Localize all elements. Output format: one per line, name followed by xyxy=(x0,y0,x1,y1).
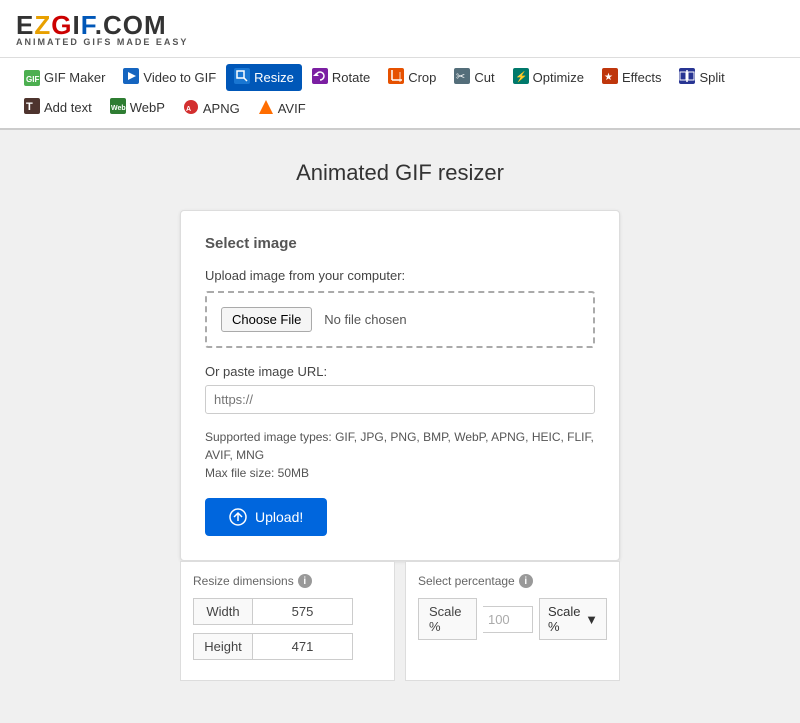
main-content: Animated GIF resizer Select image Upload… xyxy=(0,130,800,711)
webp-icon: WebP xyxy=(110,98,126,117)
nav-bar: GIF GIF Maker Video to GIF Resize Rotate… xyxy=(0,58,800,130)
sidebar-item-apng[interactable]: A APNG xyxy=(175,95,248,122)
crop-icon xyxy=(388,68,404,87)
svg-text:T: T xyxy=(26,101,33,113)
no-file-text: No file chosen xyxy=(324,312,406,327)
sidebar-item-resize[interactable]: Resize xyxy=(226,64,302,91)
scale-panel: Select percentage i Scale % Scale % ▼ xyxy=(405,561,620,681)
width-input[interactable] xyxy=(253,598,353,625)
cut-icon: ✂ xyxy=(454,68,470,87)
upload-icon xyxy=(229,508,247,526)
upload-button[interactable]: Upload! xyxy=(205,498,327,536)
logo-subtitle: ANIMATED GIFS MADE EASY xyxy=(16,37,784,47)
svg-text:GIF: GIF xyxy=(26,75,39,84)
choose-file-button[interactable]: Choose File xyxy=(221,307,312,332)
scale-info-icon: i xyxy=(519,574,533,588)
svg-text:WebP: WebP xyxy=(111,105,126,112)
logo: EZGIF.COM ANIMATED GIFS MADE EASY xyxy=(16,10,784,47)
sidebar-item-rotate[interactable]: Rotate xyxy=(304,64,378,91)
sidebar-item-avif[interactable]: AVIF xyxy=(250,95,314,122)
scale-row: Scale % Scale % ▼ xyxy=(418,598,607,640)
split-icon xyxy=(679,68,695,87)
page-title: Animated GIF resizer xyxy=(296,160,504,186)
sidebar-item-cut[interactable]: ✂ Cut xyxy=(446,64,502,91)
effects-icon: ★ xyxy=(602,68,618,87)
width-row: Width xyxy=(193,598,382,625)
scale-dropdown[interactable]: Scale % ▼ xyxy=(539,598,607,640)
optimize-icon: ⚡ xyxy=(513,68,529,87)
upload-label: Upload image from your computer: xyxy=(205,268,595,283)
svg-text:A: A xyxy=(186,106,191,113)
apng-icon: A xyxy=(183,99,199,118)
svg-text:✂: ✂ xyxy=(456,71,465,83)
sidebar-item-webp[interactable]: WebP WebP xyxy=(102,94,173,121)
width-label: Width xyxy=(193,598,253,625)
scale-panel-title: Select percentage i xyxy=(418,574,607,588)
card-title: Select image xyxy=(205,235,595,252)
file-upload-area: Choose File No file chosen xyxy=(205,291,595,348)
sidebar-item-effects[interactable]: ★ Effects xyxy=(594,64,670,91)
height-input[interactable] xyxy=(253,633,353,660)
supported-types-text: Supported image types: GIF, JPG, PNG, BM… xyxy=(205,428,595,482)
sidebar-item-add-text[interactable]: T Add text xyxy=(16,94,100,121)
url-input[interactable] xyxy=(205,385,595,414)
sidebar-item-video-to-gif[interactable]: Video to GIF xyxy=(115,64,224,91)
sidebar-item-gif-maker[interactable]: GIF GIF Maker xyxy=(16,66,113,90)
scale-label: Scale % xyxy=(418,598,477,640)
chevron-down-icon: ▼ xyxy=(585,612,598,627)
video-icon xyxy=(123,68,139,87)
sidebar-item-crop[interactable]: Crop xyxy=(380,64,444,91)
svg-text:★: ★ xyxy=(604,72,613,83)
header: EZGIF.COM ANIMATED GIFS MADE EASY xyxy=(0,0,800,58)
svg-text:⚡: ⚡ xyxy=(515,70,527,83)
resize-dimensions-panel: Resize dimensions i Width Height xyxy=(180,561,395,681)
resize-panel-title: Resize dimensions i xyxy=(193,574,382,588)
or-paste-label: Or paste image URL: xyxy=(205,364,595,379)
bottom-section: Resize dimensions i Width Height Select … xyxy=(180,561,620,681)
addtext-icon: T xyxy=(24,98,40,117)
height-row: Height xyxy=(193,633,382,660)
sidebar-item-split[interactable]: Split xyxy=(671,64,732,91)
info-icon: i xyxy=(298,574,312,588)
select-image-card: Select image Upload image from your comp… xyxy=(180,210,620,561)
scale-input[interactable] xyxy=(483,606,533,633)
gif-icon: GIF xyxy=(24,70,40,86)
resize-icon xyxy=(234,68,250,87)
height-label: Height xyxy=(193,633,253,660)
rotate-icon xyxy=(312,68,328,87)
sidebar-item-optimize[interactable]: ⚡ Optimize xyxy=(505,64,592,91)
avif-icon xyxy=(258,99,274,118)
